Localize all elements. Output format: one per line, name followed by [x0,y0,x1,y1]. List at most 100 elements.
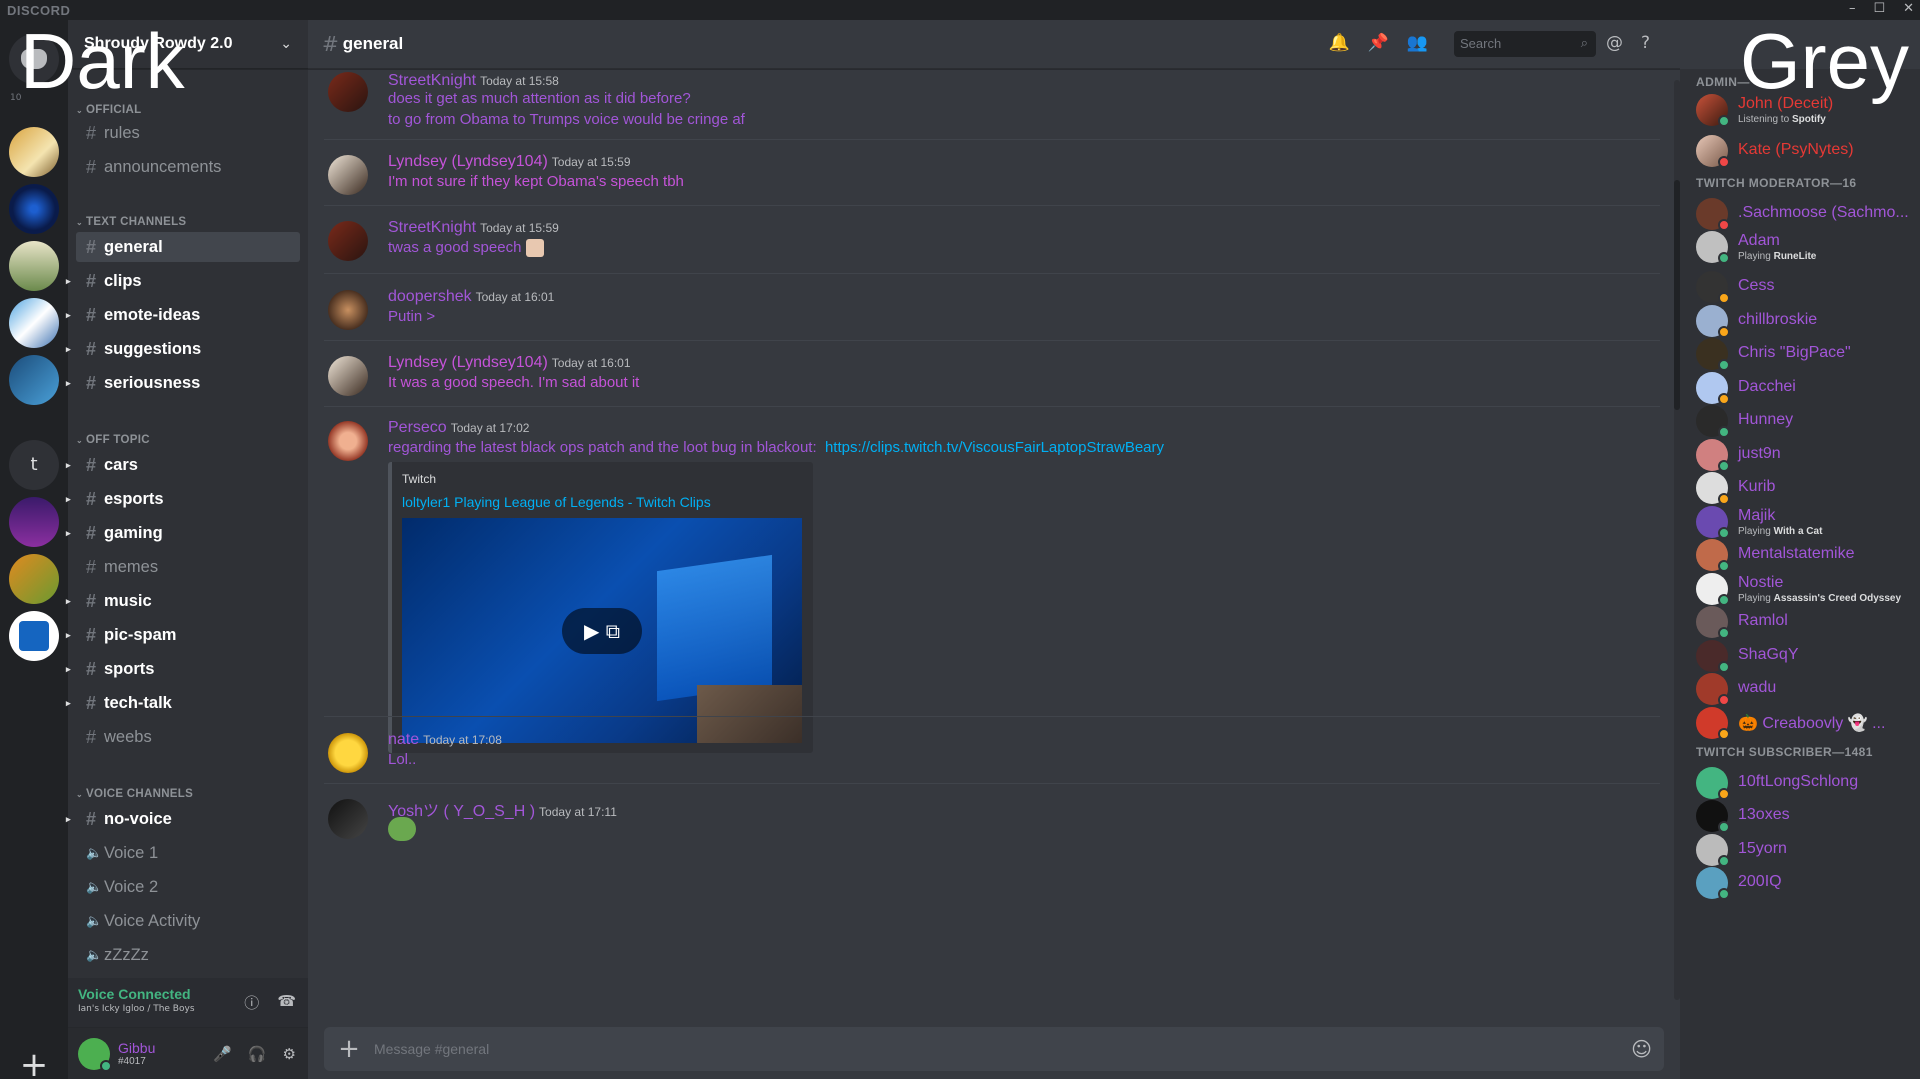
channel-cars[interactable]: ▸ # cars [66,450,300,480]
help-icon[interactable]: ? [1641,33,1650,53]
member-item[interactable]: Cess [1696,270,1916,304]
minimize-icon[interactable]: – [1849,1,1856,16]
avatar[interactable] [328,221,368,261]
member-item[interactable]: 10ftLongSchlong [1696,766,1916,800]
embed-video[interactable]: ▶ ⧉ [402,518,802,743]
embed-title[interactable]: loltyler1 Playing League of Legends - Tw… [402,494,801,510]
microphone-icon[interactable]: 🎤 [213,1045,232,1063]
member-item[interactable]: wadu [1696,672,1916,706]
message-author[interactable]: StreetKnight [388,72,476,89]
pin-icon[interactable]: 📌 [1368,33,1389,53]
add-server-button[interactable]: + [18,1048,50,1079]
headphones-icon[interactable]: 🎧 [248,1045,267,1063]
voice-channel-2[interactable]: 🔈 Voice 2 [76,872,300,902]
guild-icon[interactable] [9,298,59,348]
channel-seriousness[interactable]: ▸ # seriousness [66,368,300,398]
message-text: regarding the latest black ops patch and… [388,439,1164,456]
avatar[interactable] [328,72,368,112]
member-item[interactable]: Mentalstatemike [1696,538,1916,572]
channel-clips[interactable]: ▸ # clips [66,266,300,296]
message-input[interactable]: Message #general [374,1041,489,1057]
category-text-channels[interactable]: ⌄ TEXT CHANNELS [76,216,186,228]
channel-music[interactable]: ▸ # music [66,586,300,616]
channel-emote-ideas[interactable]: ▸ # emote-ideas [66,300,300,330]
channel-esports[interactable]: ▸ # esports [66,484,300,514]
message-author[interactable]: StreetKnight [388,219,476,236]
disconnect-icon[interactable]: ☎ [277,992,296,1013]
channel-memes[interactable]: # memes [76,552,300,582]
member-item[interactable]: Adam Playing RuneLite [1696,230,1916,264]
channel-tech-talk[interactable]: ▸ # tech-talk [66,688,300,718]
member-item[interactable]: .Sachmoose (Sachmo... [1696,197,1916,231]
member-item[interactable]: Majik Playing With a Cat [1696,505,1916,539]
channel-gaming[interactable]: ▸ # gaming [66,518,300,548]
gear-icon[interactable]: ⚙ [283,1045,296,1063]
guild-icon[interactable] [9,127,59,177]
message-author[interactable]: Perseco [388,419,447,436]
guild-icon[interactable] [9,554,59,604]
message-author[interactable]: Lyndsey (Lyndsey104) [388,354,548,371]
member-item[interactable]: ShaGqY [1696,639,1916,673]
category-voice-channels[interactable]: ⌄ VOICE CHANNELS [76,788,193,800]
avatar[interactable] [78,1037,112,1072]
channel-title: general [342,34,404,53]
guild-icon[interactable] [9,184,59,234]
message-author[interactable]: Lyndsey (Lyndsey104) [388,153,548,170]
member-item[interactable]: just9n [1696,438,1916,472]
member-name: 200IQ [1738,873,1782,890]
emoji-icon[interactable]: ☺ [1631,1037,1652,1061]
channel-announcements[interactable]: # announcements [76,152,300,182]
member-item[interactable]: 🎃 Creaboovly 👻 ... [1696,706,1916,740]
avatar[interactable] [328,155,368,195]
guild-icon[interactable] [9,241,59,291]
member-item[interactable]: chillbroskie [1696,304,1916,338]
member-item[interactable]: Hunney [1696,404,1916,438]
member-item[interactable]: Kurib [1696,471,1916,505]
member-item[interactable]: 13oxes [1696,799,1916,833]
guild-icon[interactable]: t [9,440,59,490]
channel-rules[interactable]: # rules [76,118,300,148]
message-link[interactable]: https://clips.twitch.tv/ViscousFairLapto… [825,439,1164,456]
member-item[interactable]: Kate (PsyNytes) [1696,134,1916,168]
guild-icon[interactable] [9,355,59,405]
avatar[interactable] [328,421,368,461]
mention-icon[interactable]: @ [1606,33,1623,53]
channel-sports[interactable]: ▸ # sports [66,654,300,684]
channel-no-voice[interactable]: ▸ # no-voice [66,804,300,834]
message-composer[interactable]: + Message #general ☺ [324,1027,1664,1071]
channel-suggestions[interactable]: ▸ # suggestions [66,334,300,364]
chevron-down-icon[interactable]: ⌄ [280,36,292,52]
member-item[interactable]: Dacchei [1696,371,1916,405]
avatar[interactable] [328,733,368,773]
avatar[interactable] [328,290,368,330]
voice-channel-activity[interactable]: 🔈 Voice Activity [76,906,300,936]
message-text: It was a good speech. I'm sad about it [388,374,640,391]
info-icon[interactable]: ⓘ [244,992,259,1013]
avatar[interactable] [328,356,368,396]
category-official[interactable]: ⌄ OFFICIAL [76,104,141,116]
guild-icon[interactable] [9,611,59,661]
avatar[interactable] [328,799,368,839]
upload-button[interactable]: + [324,1034,374,1064]
voice-channel-zzzz[interactable]: 🔈 zZzZz [76,940,300,970]
member-item[interactable]: Nostie Playing Assassin's Creed Odyssey [1696,572,1916,606]
bell-icon[interactable]: 🔔 [1328,33,1349,53]
unread-arrow-icon: ▸ [66,596,71,606]
member-item[interactable]: 15yorn [1696,833,1916,867]
member-item[interactable]: Chris "BigPace" [1696,337,1916,371]
maximize-icon[interactable]: ☐ [1873,1,1885,16]
voice-channel-1[interactable]: 🔈 Voice 1 [76,838,300,868]
message-author[interactable]: doopershek [388,288,472,305]
members-icon[interactable]: 👥 [1407,33,1428,53]
play-icon[interactable]: ▶ ⧉ [562,608,642,654]
channel-pic-spam[interactable]: ▸ # pic-spam [66,620,300,650]
channel-weebs[interactable]: # weebs [76,722,300,752]
guild-icon[interactable] [9,497,59,547]
close-icon[interactable]: ✕ [1903,1,1914,16]
member-item[interactable]: Ramlol [1696,605,1916,639]
member-item[interactable]: 200IQ [1696,866,1916,900]
channel-general[interactable]: # general [76,232,300,262]
category-off-topic[interactable]: ⌄ OFF TOPIC [76,434,150,446]
message-author[interactable]: nate [388,731,419,748]
divider [324,139,1660,140]
